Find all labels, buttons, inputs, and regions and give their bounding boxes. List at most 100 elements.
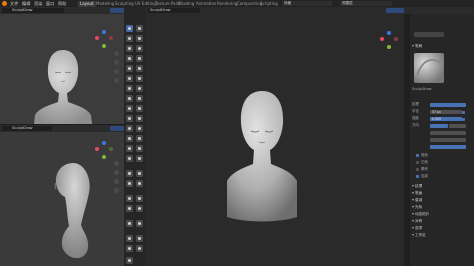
camera-icon[interactable] bbox=[114, 69, 119, 74]
tool-layer[interactable] bbox=[136, 45, 143, 52]
tool-draw[interactable] bbox=[126, 25, 133, 32]
tool-slide-relax[interactable] bbox=[126, 135, 133, 142]
section-header[interactable]: 动态拓扑 bbox=[412, 212, 472, 217]
tool-nudge[interactable] bbox=[126, 125, 133, 132]
option-field[interactable] bbox=[430, 131, 466, 135]
navigation-gizmo[interactable] bbox=[95, 30, 113, 48]
section-header[interactable]: 对称 bbox=[412, 219, 472, 224]
zoom-icon[interactable] bbox=[114, 161, 119, 166]
radius-field[interactable]: 57 px bbox=[430, 110, 462, 114]
checkbox[interactable] bbox=[416, 168, 419, 171]
axis-neg-x-icon[interactable] bbox=[109, 36, 113, 40]
zoom-icon[interactable] bbox=[114, 51, 119, 56]
tool-box-trim[interactable] bbox=[136, 180, 143, 187]
pan-hand-icon[interactable] bbox=[114, 60, 119, 65]
texture-field[interactable] bbox=[430, 103, 466, 107]
tool-blob[interactable] bbox=[136, 55, 143, 62]
section-header[interactable]: 衰减 bbox=[412, 198, 472, 203]
checkbox[interactable] bbox=[416, 161, 419, 164]
axis-neg-x-icon[interactable] bbox=[394, 37, 398, 41]
tool-fill[interactable] bbox=[136, 75, 143, 82]
tool-cloth[interactable] bbox=[126, 145, 133, 152]
direction-add-button[interactable] bbox=[430, 124, 448, 128]
mode-selector[interactable]: SculptDraw bbox=[148, 8, 178, 13]
tool-mask-by-color[interactable] bbox=[136, 220, 143, 227]
tool-rotate[interactable] bbox=[136, 125, 143, 132]
menu-file[interactable]: 文件 bbox=[10, 0, 18, 7]
axis-x-icon[interactable] bbox=[95, 36, 99, 40]
shading-mode-button[interactable] bbox=[110, 8, 124, 13]
tool-cloth-filter[interactable] bbox=[126, 205, 133, 212]
tool-draw-face-sets[interactable] bbox=[136, 155, 143, 162]
axis-x-icon[interactable] bbox=[95, 147, 99, 151]
axis-x-icon[interactable] bbox=[380, 37, 384, 41]
tool-clay[interactable] bbox=[126, 35, 133, 42]
navigation-gizmo[interactable] bbox=[380, 31, 398, 49]
tool-multiplane-scrape[interactable] bbox=[136, 85, 143, 92]
tool-annotate[interactable] bbox=[126, 257, 133, 264]
axis-z-icon[interactable] bbox=[387, 31, 391, 35]
axis-z-icon[interactable] bbox=[102, 141, 106, 145]
camera-icon[interactable] bbox=[114, 179, 119, 184]
tool-clay-strips[interactable] bbox=[136, 35, 143, 42]
view-menu[interactable] bbox=[40, 126, 52, 131]
section-header[interactable]: 笔画 bbox=[412, 191, 472, 196]
axis-y-icon[interactable] bbox=[387, 45, 391, 49]
tool-elastic-deform[interactable] bbox=[126, 105, 133, 112]
radius-pressure-toggle[interactable] bbox=[462, 110, 465, 114]
tool-mask[interactable] bbox=[126, 155, 133, 162]
section-header[interactable]: 工作区 bbox=[412, 233, 472, 238]
scene-selector[interactable]: 场景 bbox=[282, 1, 332, 6]
viewport-bottom-left[interactable]: SculptDraw bbox=[0, 125, 124, 266]
tool-grab[interactable] bbox=[136, 95, 143, 102]
tool-draw-sharp[interactable] bbox=[136, 25, 143, 32]
axis-z-icon[interactable] bbox=[102, 30, 106, 34]
tool-rotate-transform[interactable] bbox=[136, 235, 143, 242]
tool-clay-thumb[interactable] bbox=[126, 45, 133, 52]
direction-subtract-button[interactable] bbox=[449, 124, 466, 128]
tool-snake-hook[interactable] bbox=[136, 105, 143, 112]
pan-hand-icon[interactable] bbox=[114, 170, 119, 175]
axis-neg-y-icon[interactable] bbox=[109, 147, 113, 151]
tool-color-filter[interactable] bbox=[136, 205, 143, 212]
mode-selector[interactable]: SculptDraw bbox=[10, 126, 42, 131]
menu-render[interactable]: 渲染 bbox=[34, 0, 42, 7]
view-layer-selector[interactable]: 视图层 bbox=[340, 1, 392, 6]
option-field[interactable] bbox=[430, 138, 466, 142]
menu-edit[interactable]: 编辑 bbox=[22, 0, 30, 7]
mode-selector[interactable]: SculptDraw bbox=[10, 8, 42, 13]
section-header[interactable]: 选项 bbox=[412, 226, 472, 231]
tool-pinch[interactable] bbox=[126, 95, 133, 102]
tool-flatten[interactable] bbox=[126, 75, 133, 82]
tool-pose[interactable] bbox=[136, 115, 143, 122]
brush-preview-icon[interactable] bbox=[414, 53, 444, 83]
navigation-gizmo[interactable] bbox=[95, 141, 113, 159]
section-header[interactable]: 笔刷 bbox=[412, 44, 472, 49]
tool-transform[interactable] bbox=[136, 245, 143, 252]
tool-box-face-set[interactable] bbox=[126, 180, 133, 187]
shading-mode-button[interactable] bbox=[110, 126, 124, 131]
perspective-icon[interactable] bbox=[114, 188, 119, 193]
tool-move[interactable] bbox=[126, 235, 133, 242]
tool-simplify[interactable] bbox=[136, 145, 143, 152]
option-field[interactable] bbox=[430, 145, 466, 149]
tool-crease[interactable] bbox=[126, 65, 133, 72]
tool-line-project[interactable] bbox=[126, 195, 133, 202]
perspective-icon[interactable] bbox=[114, 78, 119, 83]
checkbox[interactable] bbox=[416, 154, 419, 157]
tool-box-mask[interactable] bbox=[126, 170, 133, 177]
tool-scrape[interactable] bbox=[126, 85, 133, 92]
strength-pressure-toggle[interactable] bbox=[462, 117, 465, 121]
shading-mode-button[interactable] bbox=[386, 8, 404, 13]
tool-smooth[interactable] bbox=[136, 65, 143, 72]
axis-y-icon[interactable] bbox=[102, 44, 106, 48]
viewport-top-left[interactable]: SculptDraw bbox=[0, 7, 124, 124]
section-header[interactable]: 光标 bbox=[412, 205, 472, 210]
brush-name-field[interactable] bbox=[414, 32, 444, 37]
tool-inflate[interactable] bbox=[126, 55, 133, 62]
tool-boundary[interactable] bbox=[136, 135, 143, 142]
checkbox[interactable] bbox=[416, 175, 419, 178]
menu-help[interactable]: 帮助 bbox=[58, 0, 66, 7]
tool-scale[interactable] bbox=[126, 245, 133, 252]
blender-logo-icon[interactable] bbox=[2, 1, 7, 6]
